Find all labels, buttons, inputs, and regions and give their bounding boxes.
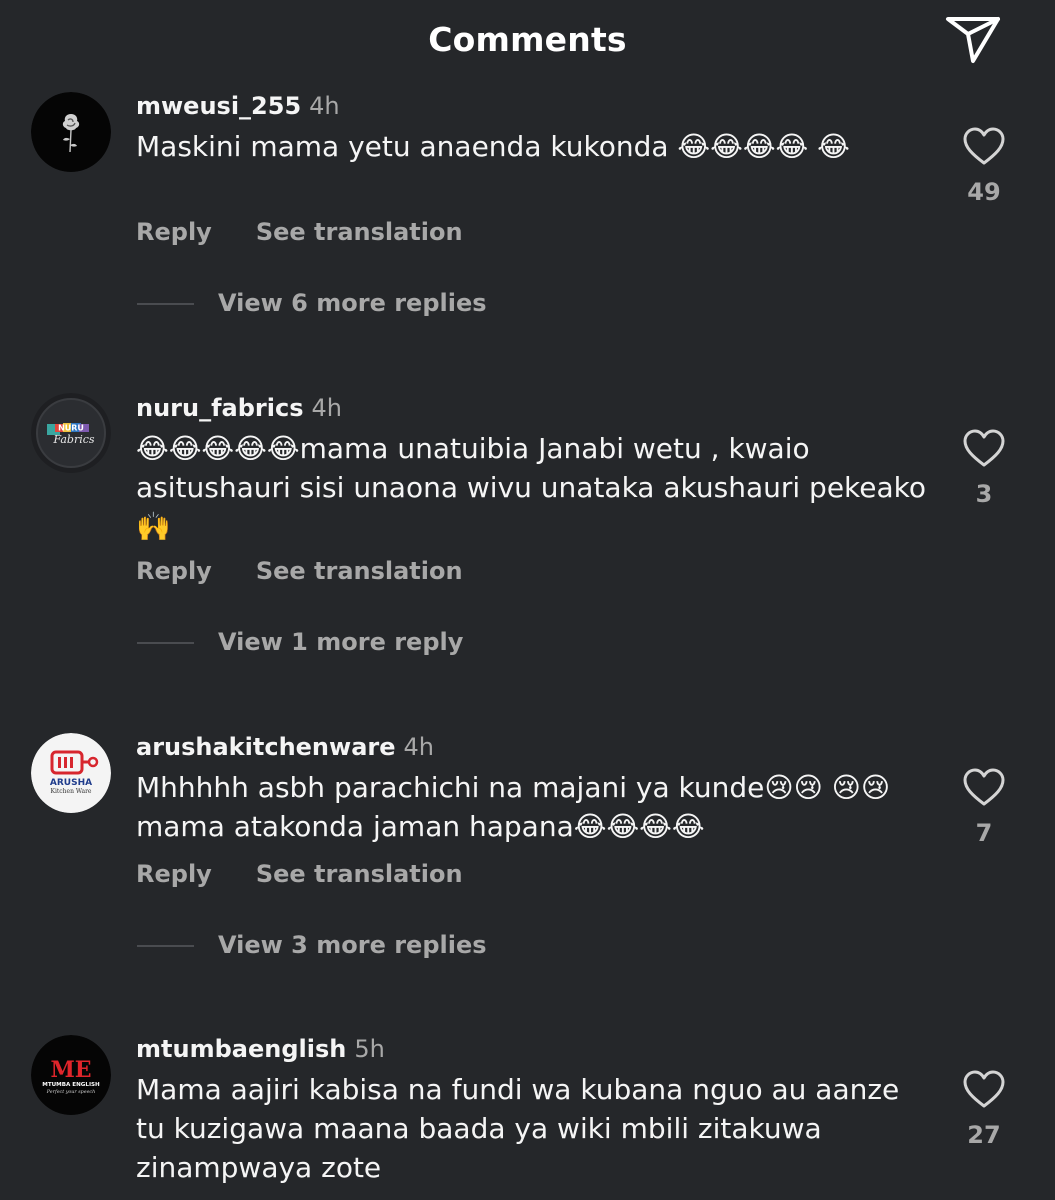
heart-outline-icon[interactable]	[962, 1069, 1006, 1109]
avatar[interactable]: ME MTUMBA ENGLISH Perfect your speech	[31, 1035, 111, 1115]
username[interactable]: mtumbaenglish	[136, 1035, 346, 1063]
comment-text: Mama aajiri kabisa na fundi wa kubana ng…	[136, 1073, 900, 1184]
like-count: 27	[967, 1121, 1001, 1149]
paper-plane-icon[interactable]	[944, 14, 1002, 66]
svg-text:ME: ME	[50, 1057, 91, 1083]
comments-list: mweusi_255 4h Maskini mama yetu anaenda k…	[0, 0, 1055, 1200]
comment-item: ME MTUMBA ENGLISH Perfect your speech mt…	[0, 0, 1055, 1200]
avatar-subtext: Perfect your speech	[46, 1089, 95, 1095]
brand-logo-avatar-icon: ME MTUMBA ENGLISH Perfect your speech	[31, 1035, 111, 1115]
comments-header: Comments	[0, 0, 1055, 90]
page-title: Comments	[428, 20, 627, 59]
like-control: 27	[948, 1069, 1020, 1149]
timestamp: 5h	[354, 1035, 385, 1063]
avatar-text: MTUMBA ENGLISH	[42, 1082, 100, 1088]
comment-meta: mtumbaenglish 5h	[136, 1035, 385, 1063]
